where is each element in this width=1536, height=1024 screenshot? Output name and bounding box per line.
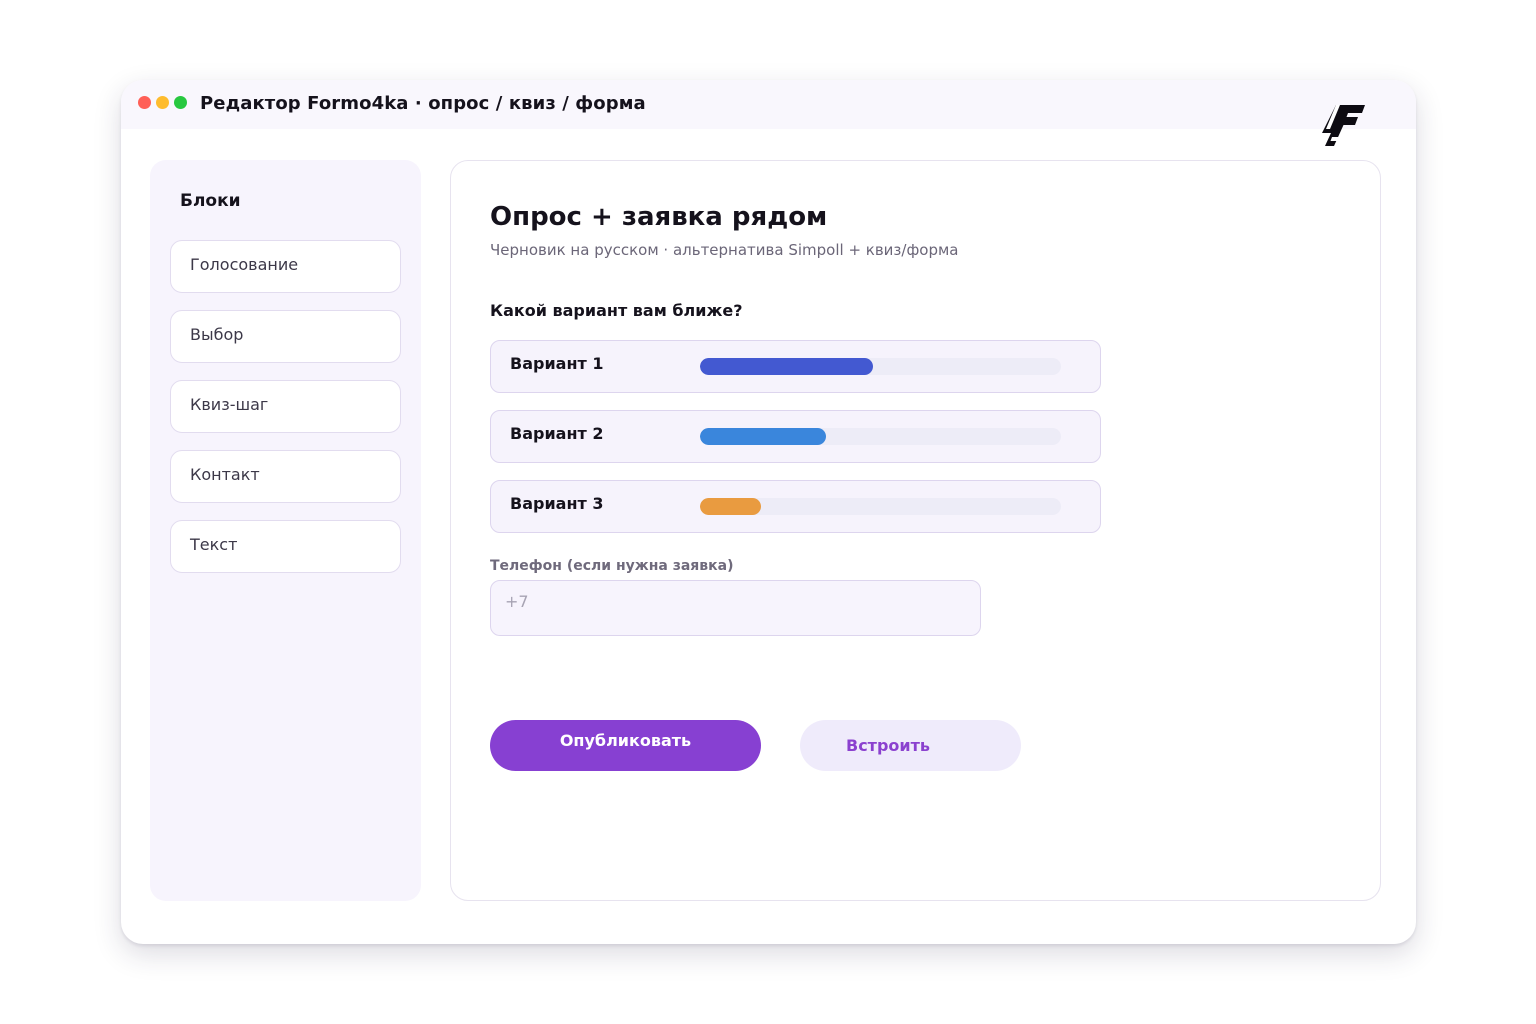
sidebar-item-label: Квиз-шаг — [190, 395, 269, 414]
poll-option-1[interactable]: Вариант 1 — [490, 340, 1101, 393]
formo4ka-logo-icon — [1322, 105, 1365, 146]
phone-field-label: Телефон (если нужна заявка) — [490, 558, 734, 574]
sidebar-item-label: Голосование — [190, 255, 299, 274]
phone-input[interactable] — [490, 580, 981, 636]
page-subtitle: Черновик на русском · альтернатива Simpo… — [490, 241, 959, 259]
sidebar-item-label: Выбор — [190, 325, 244, 344]
poll-option-3[interactable]: Вариант 3 — [490, 480, 1101, 533]
window-title: Редактор Formo4ka · опрос / квиз / форма — [200, 93, 646, 114]
sidebar-item-text[interactable]: Текст — [170, 520, 401, 573]
sidebar-title: Блоки — [180, 191, 241, 211]
poll-option-label: Вариант 3 — [510, 494, 604, 513]
sidebar-item-quiz-step[interactable]: Квиз-шаг — [170, 380, 401, 433]
editor-canvas: Опрос + заявка рядом Черновик на русском… — [450, 160, 1381, 901]
blocks-sidebar: Блоки Голосование Выбор Квиз-шаг Контакт… — [150, 160, 421, 901]
app-window: Редактор Formo4ka · опрос / квиз / форма… — [121, 80, 1416, 944]
poll-result-bar — [700, 428, 827, 445]
poll-option-2[interactable]: Вариант 2 — [490, 410, 1101, 463]
sidebar-item-label: Текст — [190, 535, 238, 554]
poll-option-label: Вариант 1 — [510, 354, 604, 373]
minimize-window-icon[interactable] — [156, 96, 169, 109]
close-window-icon[interactable] — [138, 96, 151, 109]
poll-result-track — [700, 498, 1061, 515]
title-bar: Редактор Formo4ka · опрос / квиз / форма — [121, 80, 1416, 129]
poll-result-bar — [700, 498, 762, 515]
sidebar-item-label: Контакт — [190, 465, 260, 484]
sidebar-item-contact[interactable]: Контакт — [170, 450, 401, 503]
publish-button[interactable]: Опубликовать — [490, 720, 761, 771]
poll-result-bar — [700, 358, 874, 375]
poll-result-track — [700, 428, 1061, 445]
poll-question: Какой вариант вам ближе? — [490, 301, 743, 320]
maximize-window-icon[interactable] — [174, 96, 187, 109]
page-title: Опрос + заявка рядом — [490, 202, 828, 232]
poll-result-track — [700, 358, 1061, 375]
sidebar-item-voting[interactable]: Голосование — [170, 240, 401, 293]
poll-option-label: Вариант 2 — [510, 424, 604, 443]
embed-button[interactable]: Встроить — [800, 720, 1021, 771]
sidebar-item-choice[interactable]: Выбор — [170, 310, 401, 363]
